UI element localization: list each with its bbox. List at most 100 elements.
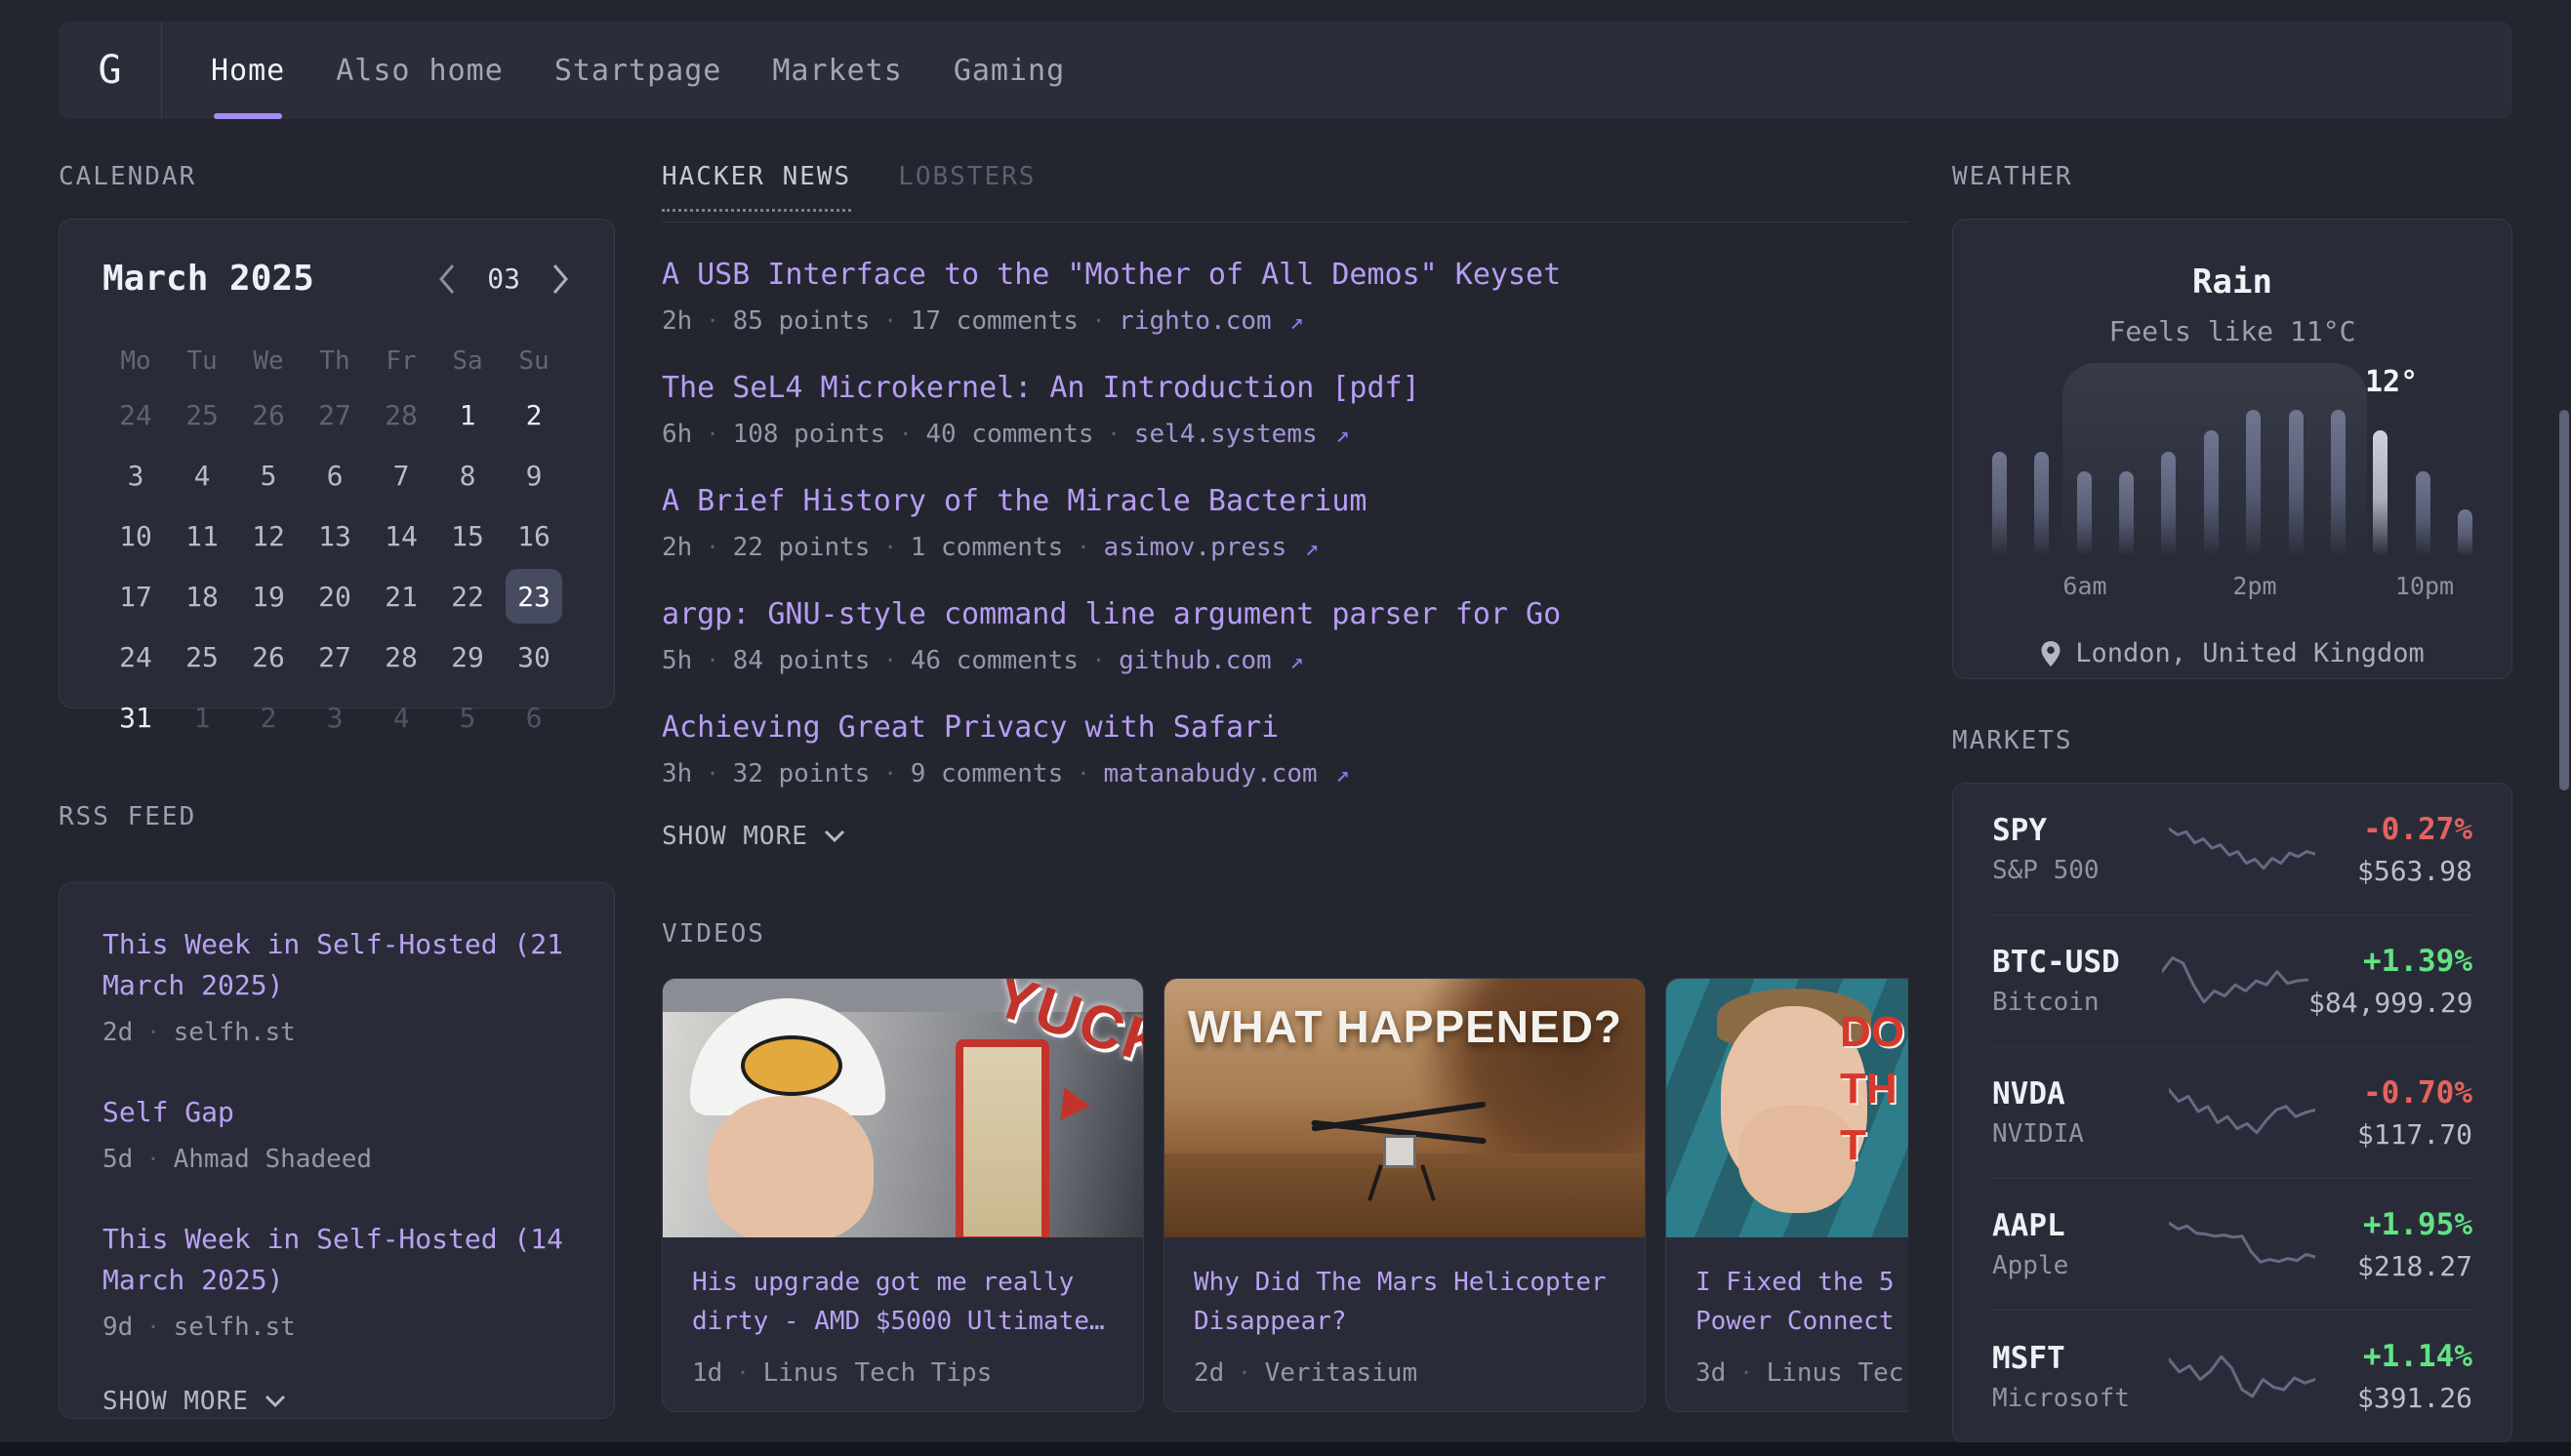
calendar-day[interactable]: 28 — [368, 384, 434, 445]
calendar-day[interactable]: 31 — [102, 687, 169, 748]
rss-item[interactable]: Self Gap 5d·Ahmad Shadeed — [102, 1092, 571, 1174]
market-row-spy[interactable]: SPYS&P 500-0.27%$563.98 — [1992, 784, 2472, 915]
news-item[interactable]: A USB Interface to the "Mother of All De… — [662, 256, 1908, 336]
calendar-day[interactable]: 26 — [235, 384, 302, 445]
weather-hourly-chart: 12° — [1992, 410, 2472, 556]
nav-tab-gaming[interactable]: Gaming — [954, 21, 1065, 119]
news-item-link[interactable]: righto.com ↗ — [1119, 306, 1303, 336]
calendar-next-button[interactable] — [550, 263, 571, 296]
rss-item[interactable]: This Week in Self-Hosted (21 March 2025)… — [102, 924, 571, 1047]
calendar-day-number: 6 — [306, 448, 363, 503]
video-thumbnail[interactable]: WHAT HAPPENED? — [1164, 979, 1645, 1237]
calendar-day[interactable]: 21 — [368, 566, 434, 627]
calendar-day[interactable]: 14 — [368, 506, 434, 566]
calendar-day[interactable]: 13 — [302, 506, 368, 566]
nav-tab-markets[interactable]: Markets — [772, 21, 902, 119]
calendar-weekday: Sa — [434, 338, 501, 384]
calendar-day[interactable]: 3 — [102, 445, 169, 506]
calendar-day[interactable]: 3 — [302, 687, 368, 748]
calendar-day[interactable]: 20 — [302, 566, 368, 627]
news-item-title[interactable]: The SeL4 Microkernel: An Introduction [p… — [662, 369, 1908, 408]
calendar-day[interactable]: 12 — [235, 506, 302, 566]
video-card[interactable]: YUCK His upgrade got me really dirty - AM… — [662, 978, 1144, 1412]
news-tab-hacker-news[interactable]: HACKER NEWS — [662, 162, 851, 212]
nav-tab-also-home[interactable]: Also home — [336, 21, 504, 119]
video-thumbnail[interactable]: YUCK — [663, 979, 1143, 1237]
video-title[interactable]: I Fixed the 5 Power Connect — [1695, 1263, 1908, 1341]
calendar-day[interactable]: 25 — [169, 627, 235, 687]
calendar-day[interactable]: 24 — [102, 384, 169, 445]
calendar-day[interactable]: 22 — [434, 566, 501, 627]
calendar-weekday: Mo — [102, 338, 169, 384]
nav-tab-home[interactable]: Home — [211, 21, 285, 119]
calendar-day[interactable]: 27 — [302, 627, 368, 687]
app-logo[interactable]: G — [59, 21, 162, 119]
calendar-day[interactable]: 7 — [368, 445, 434, 506]
market-row-aapl[interactable]: AAPLApple+1.95%$218.27 — [1992, 1179, 2472, 1311]
weather-bars — [1992, 410, 2472, 556]
market-row-msft[interactable]: MSFTMicrosoft+1.14%$391.26 — [1992, 1311, 2472, 1442]
market-sparkline — [2169, 1081, 2315, 1144]
news-item-link[interactable]: asimov.press ↗ — [1104, 533, 1320, 562]
news-show-more-button[interactable]: SHOW MORE — [662, 822, 1908, 851]
video-title[interactable]: His upgrade got me really dirty - AMD $5… — [692, 1263, 1114, 1341]
market-row-nvda[interactable]: NVDANVIDIA-0.70%$117.70 — [1992, 1047, 2472, 1179]
calendar-day[interactable]: 4 — [368, 687, 434, 748]
calendar-day[interactable]: 4 — [169, 445, 235, 506]
calendar-day[interactable]: 5 — [235, 445, 302, 506]
calendar-day[interactable]: 26 — [235, 627, 302, 687]
news-item[interactable]: argp: GNU-style command line argument pa… — [662, 595, 1908, 675]
news-item-link[interactable]: github.com ↗ — [1119, 646, 1303, 675]
rss-show-more-button[interactable]: SHOW MORE — [102, 1387, 571, 1416]
news-item[interactable]: The SeL4 Microkernel: An Introduction [p… — [662, 369, 1908, 449]
rss-item[interactable]: This Week in Self-Hosted (14 March 2025)… — [102, 1219, 571, 1342]
news-item[interactable]: A Brief History of the Miracle Bacterium… — [662, 482, 1908, 562]
news-item-link[interactable]: sel4.systems ↗ — [1134, 420, 1350, 449]
rss-item-title[interactable]: This Week in Self-Hosted (21 March 2025) — [102, 924, 571, 1006]
video-thumbnail[interactable]: DOTHT — [1666, 979, 1908, 1237]
news-item-link[interactable]: matanabudy.com ↗ — [1104, 759, 1350, 789]
calendar-prev-button[interactable] — [436, 263, 458, 296]
calendar-day[interactable]: 23 — [501, 566, 567, 627]
news-item-title[interactable]: argp: GNU-style command line argument pa… — [662, 595, 1908, 634]
news-item-domain: sel4.systems — [1134, 420, 1318, 449]
calendar-day[interactable]: 17 — [102, 566, 169, 627]
nav-tab-startpage[interactable]: Startpage — [554, 21, 722, 119]
calendar-day[interactable]: 8 — [434, 445, 501, 506]
market-row-btc-usd[interactable]: BTC-USDBitcoin+1.39%$84,999.29 — [1992, 915, 2472, 1047]
calendar-day[interactable]: 15 — [434, 506, 501, 566]
calendar-day[interactable]: 1 — [434, 384, 501, 445]
calendar-day[interactable]: 10 — [102, 506, 169, 566]
calendar-day[interactable]: 16 — [501, 506, 567, 566]
item-meta: 5d·Ahmad Shadeed — [102, 1145, 571, 1174]
news-item-points: 108 points — [733, 420, 886, 449]
calendar-day[interactable]: 5 — [434, 687, 501, 748]
calendar-day[interactable]: 28 — [368, 627, 434, 687]
rss-item-title[interactable]: Self Gap — [102, 1092, 571, 1133]
news-tab-lobsters[interactable]: LOBSTERS — [898, 162, 1036, 212]
calendar-day[interactable]: 27 — [302, 384, 368, 445]
video-card[interactable]: DOTHTI Fixed the 5 Power Connect3d·Linus… — [1665, 978, 1908, 1412]
calendar-day[interactable]: 2 — [501, 384, 567, 445]
news-item-title[interactable]: A USB Interface to the "Mother of All De… — [662, 256, 1908, 295]
calendar-day[interactable]: 19 — [235, 566, 302, 627]
calendar-day[interactable]: 6 — [302, 445, 368, 506]
news-item-title[interactable]: Achieving Great Privacy with Safari — [662, 708, 1908, 748]
calendar-day[interactable]: 25 — [169, 384, 235, 445]
calendar-day[interactable]: 9 — [501, 445, 567, 506]
calendar-day[interactable]: 18 — [169, 566, 235, 627]
calendar-day[interactable]: 24 — [102, 627, 169, 687]
calendar-day[interactable]: 30 — [501, 627, 567, 687]
news-item[interactable]: Achieving Great Privacy with Safari3h·32… — [662, 708, 1908, 789]
rss-item-title[interactable]: This Week in Self-Hosted (14 March 2025) — [102, 1219, 571, 1301]
video-card[interactable]: WHAT HAPPENED? Why Did The Mars Helicopte… — [1163, 978, 1646, 1412]
calendar-day[interactable]: 1 — [169, 687, 235, 748]
calendar-day[interactable]: 2 — [235, 687, 302, 748]
calendar-day[interactable]: 29 — [434, 627, 501, 687]
calendar-day[interactable]: 6 — [501, 687, 567, 748]
page-scrollbar[interactable] — [2559, 410, 2569, 790]
video-title[interactable]: Why Did The Mars Helicopter Disappear? — [1194, 1263, 1615, 1341]
calendar-day[interactable]: 11 — [169, 506, 235, 566]
calendar-day-number: 11 — [174, 508, 230, 563]
news-item-title[interactable]: A Brief History of the Miracle Bacterium — [662, 482, 1908, 521]
